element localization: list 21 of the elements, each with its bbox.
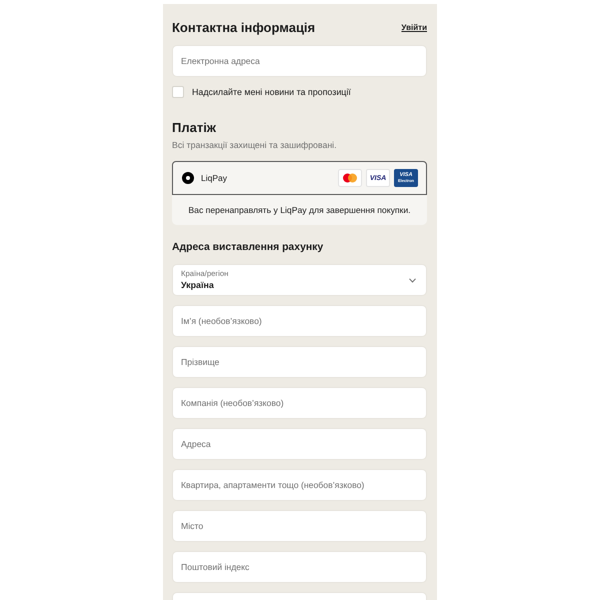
section-heading: Адреса виставлення рахунку <box>172 241 324 255</box>
section-heading: Платіж <box>172 119 218 137</box>
mastercard-logo-icon <box>338 169 362 187</box>
section-subtitle: Всі транзакції захищені та зашифровані. <box>172 139 338 151</box>
text-field[interactable]: Адреса <box>172 428 427 460</box>
redirect-note: Вас перенаправлять у LiqPay для завершення покупки. <box>188 204 411 216</box>
login-link[interactable]: Увійти <box>401 22 427 34</box>
email-field[interactable]: Електронна адреса <box>172 45 427 77</box>
text-field[interactable]: Поштовий індекс <box>172 551 427 583</box>
text-field[interactable]: Компанія (необов’язково) <box>172 387 427 419</box>
section-heading: Контактна інформація <box>172 19 316 37</box>
payment-method-label: LiqPay <box>201 172 227 185</box>
chevron-down-icon <box>409 278 416 283</box>
text-field[interactable]: Прізвище <box>172 346 427 378</box>
text-field[interactable]: Місто <box>172 510 427 542</box>
text-field[interactable]: Квартира, апартаменти тощо (необов’язково) <box>172 469 427 501</box>
checkbox-label: Надсилайте мені новини та пропозиції <box>192 86 351 99</box>
radio-button[interactable] <box>182 172 194 184</box>
checkbox[interactable] <box>172 86 184 98</box>
selected-value: Україна <box>181 279 214 292</box>
text-field[interactable]: Ім’я (необов’язково) <box>172 305 427 337</box>
